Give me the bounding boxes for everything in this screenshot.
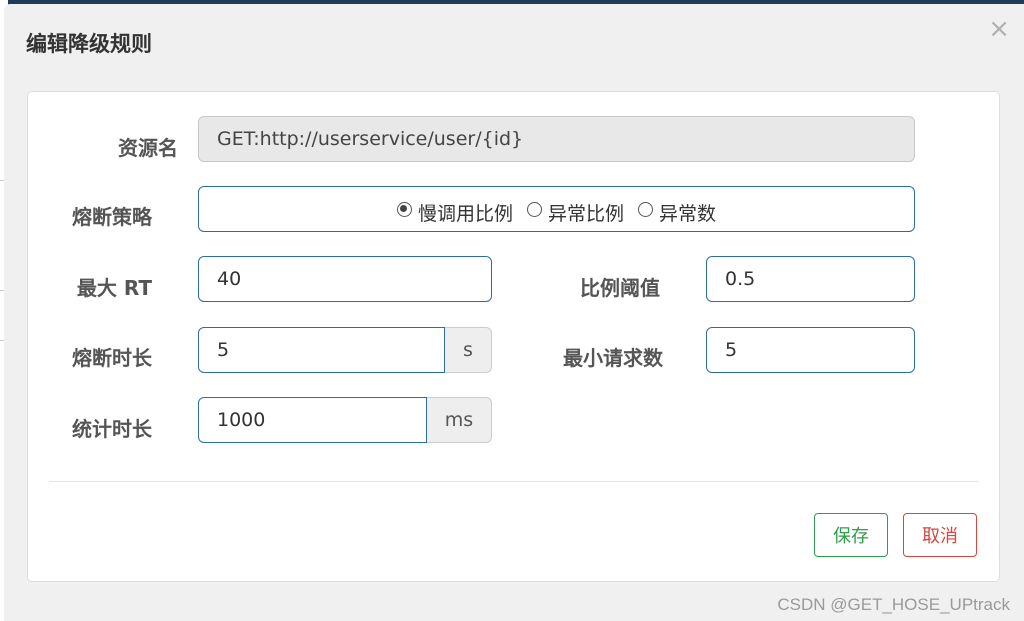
close-icon[interactable]: × [988, 14, 1010, 44]
save-button[interactable]: 保存 [814, 513, 888, 557]
footer-divider [49, 481, 978, 482]
cancel-button[interactable]: 取消 [903, 513, 977, 557]
break-duration-unit: s [445, 327, 492, 373]
radio-slow-call-ratio[interactable]: 慢调用比例 [396, 199, 513, 226]
resource-name-label: 资源名 [118, 136, 178, 160]
watermark: CSDN @GET_HOSE_UPtrack [777, 595, 1010, 614]
max-rt-label: 最大 RT [76, 276, 152, 300]
breaker-strategy-label: 熔断策略 [72, 205, 152, 229]
stat-duration-input[interactable] [198, 397, 427, 443]
stat-duration-label: 统计时长 [72, 417, 152, 441]
max-rt-input[interactable] [198, 256, 492, 302]
ratio-threshold-input[interactable] [706, 256, 915, 302]
edit-degrade-rule-dialog: 编辑降级规则 × 资源名 熔断策略 慢调用比例 异常比例 异常数 最大 RT 比… [4, 4, 1024, 621]
break-duration-input[interactable] [198, 327, 445, 373]
form-panel: 资源名 熔断策略 慢调用比例 异常比例 异常数 最大 RT 比例阈值 熔断时长 [27, 91, 1000, 582]
break-duration-label: 熔断时长 [72, 346, 152, 370]
radio-exception-ratio[interactable]: 异常比例 [526, 199, 624, 226]
radio-unchecked-icon[interactable] [526, 201, 542, 217]
min-request-count-label: 最小请求数 [563, 346, 663, 370]
breaker-strategy-group: 慢调用比例 异常比例 异常数 [198, 186, 915, 232]
min-request-count-input[interactable] [706, 327, 915, 373]
ratio-threshold-label: 比例阈值 [580, 276, 660, 300]
stat-duration-unit: ms [427, 397, 492, 443]
radio-exception-count[interactable]: 异常数 [638, 199, 716, 226]
resource-name-input[interactable] [198, 116, 915, 162]
radio-unchecked-icon[interactable] [638, 201, 653, 217]
radio-checked-icon[interactable] [396, 201, 412, 217]
dialog-title: 编辑降级规则 [26, 32, 152, 56]
